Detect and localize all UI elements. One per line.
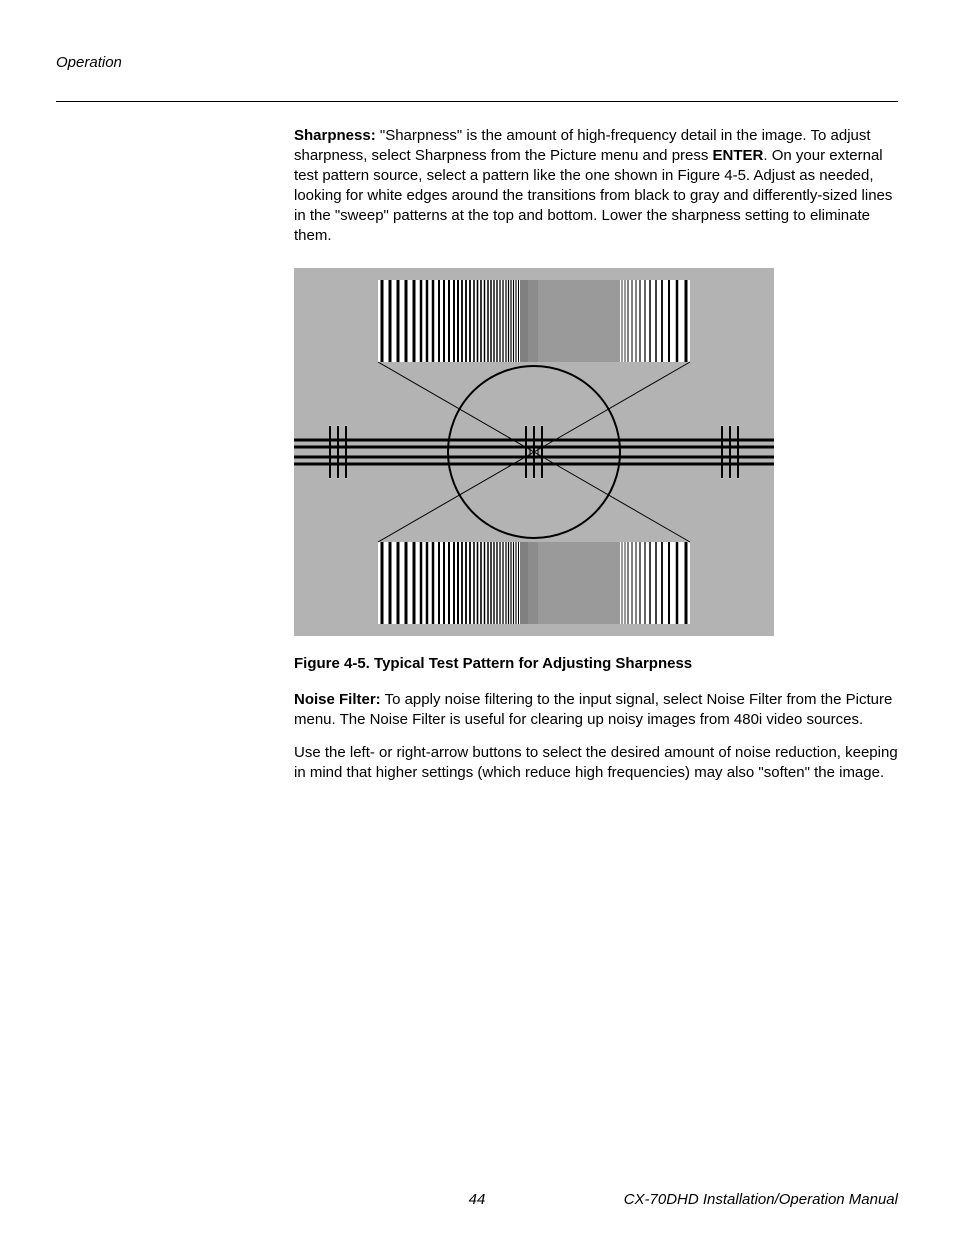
figure-4-5 — [294, 268, 898, 636]
manual-title: CX-70DHD Installation/Operation Manual — [624, 1191, 898, 1208]
manual-page: Operation Sharpness: "Sharpness" is the … — [0, 0, 954, 1235]
section-name: Operation — [56, 54, 122, 71]
enter-key: ENTER — [713, 147, 764, 164]
noise-filter-paragraph-2: Use the left- or right-arrow buttons to … — [294, 743, 898, 783]
header-rule — [56, 101, 898, 102]
page-header: Operation — [56, 54, 898, 71]
sharpness-label: Sharpness: — [294, 127, 376, 144]
test-pattern-icon — [294, 268, 774, 636]
body-content: Sharpness: "Sharpness" is the amount of … — [294, 126, 898, 783]
noise-filter-paragraph-1: Noise Filter: To apply noise filtering t… — [294, 690, 898, 730]
noise-filter-text: To apply noise filtering to the input si… — [294, 691, 892, 728]
noise-filter-label: Noise Filter: — [294, 691, 381, 708]
figure-caption: Figure 4-5. Typical Test Pattern for Adj… — [294, 654, 898, 674]
sharpness-paragraph: Sharpness: "Sharpness" is the amount of … — [294, 126, 898, 246]
